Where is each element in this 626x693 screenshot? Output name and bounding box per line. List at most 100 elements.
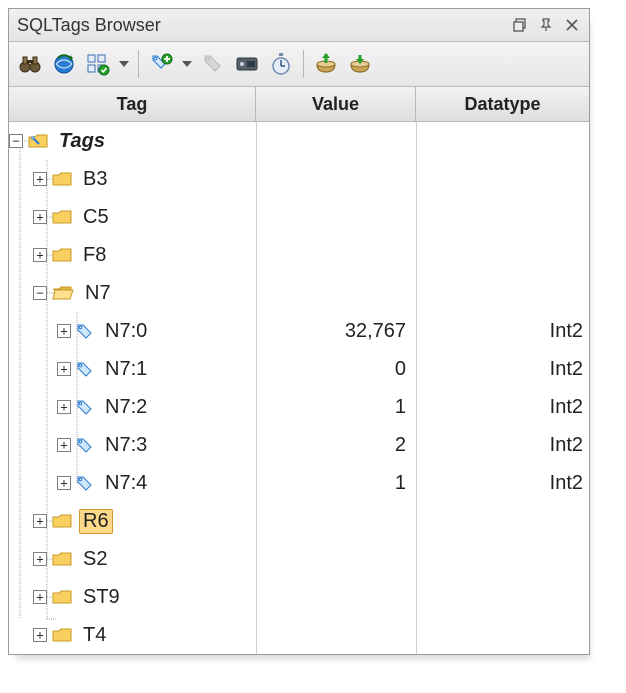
tree-tag-row[interactable]: + N7:2 1 Int2 [9,388,589,426]
folder-label: C5 [79,206,113,229]
tree-folder-row[interactable]: + S2 [9,540,589,578]
expand-icon[interactable]: + [33,514,47,528]
header-tag[interactable]: Tag [9,87,256,121]
folder-icon [51,246,73,264]
tree-tag-row[interactable]: + N7:3 2 Int2 [9,426,589,464]
folder-icon [51,512,73,530]
tag-icon [75,474,95,492]
restore-icon[interactable] [509,14,531,36]
refresh-globe-icon [52,52,76,76]
tree-root-row[interactable]: − Tags [9,122,589,160]
chevron-down-icon [119,61,129,67]
tree-folder-row[interactable]: − N7 [9,274,589,312]
tag-value: 32,767 [256,320,416,343]
tag-type: Int2 [416,472,589,495]
chevron-down-icon [182,61,192,67]
new-tag-icon [149,52,173,76]
multi-edit-dropdown[interactable] [117,49,131,79]
tag-icon [75,360,95,378]
toolbar-separator [138,50,139,78]
timer-button[interactable] [266,49,296,79]
tree-folder-row[interactable]: + ST9 [9,578,589,616]
column-headers: Tag Value Datatype [9,87,589,122]
tree-body[interactable]: − Tags + B [9,122,589,654]
binoculars-icon [18,53,42,75]
pin-icon[interactable] [535,14,557,36]
title-bar: SQLTags Browser [9,9,589,42]
sqltags-browser-panel: SQLTags Browser [8,8,590,655]
column-divider [256,122,257,654]
refresh-button[interactable] [49,49,79,79]
tag-label: N7:0 [101,320,151,343]
import-icon [314,53,338,75]
expand-icon[interactable]: + [33,210,47,224]
folder-label: S2 [79,548,111,571]
tree-folder-row[interactable]: + R6 [9,502,589,540]
folder-icon [51,550,73,568]
tag-value: 1 [256,396,416,419]
expand-icon[interactable]: + [33,248,47,262]
tree-tag-row[interactable]: + N7:4 1 Int2 [9,464,589,502]
tag-value: 1 [256,472,416,495]
expand-icon[interactable]: + [33,172,47,186]
toolbar-separator [303,50,304,78]
folder-label: T4 [79,624,110,647]
tag-type: Int2 [416,358,589,381]
header-datatype[interactable]: Datatype [416,87,589,121]
tag-label: N7:4 [101,472,151,495]
tree-folder-row[interactable]: + F8 [9,236,589,274]
tag-type: Int2 [416,320,589,343]
multi-edit-icon [86,52,110,76]
close-icon[interactable] [561,14,583,36]
tag-icon [75,436,95,454]
tree-folder-row[interactable]: + C5 [9,198,589,236]
window-title: SQLTags Browser [17,15,505,36]
device-button[interactable] [232,49,262,79]
collapse-icon[interactable]: − [9,134,23,148]
folder-label: N7 [81,282,115,305]
export-icon [348,53,372,75]
expand-icon[interactable]: + [57,400,71,414]
tree-folder-row[interactable]: + B3 [9,160,589,198]
folder-label: F8 [79,244,110,267]
folder-icon [51,170,73,188]
find-button[interactable] [15,49,45,79]
folder-open-icon [51,284,75,302]
tag-type: Int2 [416,434,589,457]
export-button[interactable] [345,49,375,79]
tag-type: Int2 [416,396,589,419]
expand-icon[interactable]: + [57,362,71,376]
tag-icon [75,322,95,340]
new-tag-button[interactable] [146,49,176,79]
expand-icon[interactable]: + [33,628,47,642]
folder-label: ST9 [79,586,124,609]
tag-value: 2 [256,434,416,457]
tag-label: N7:1 [101,358,151,381]
folder-icon [51,588,73,606]
tree-folder-row[interactable]: + T4 [9,616,589,654]
import-button[interactable] [311,49,341,79]
folder-label: R6 [79,509,113,534]
write-value-button[interactable] [198,49,228,79]
tag-label: N7:2 [101,396,151,419]
tag-icon [75,398,95,416]
expand-icon[interactable]: + [57,438,71,452]
collapse-icon[interactable]: − [33,286,47,300]
multi-edit-button[interactable] [83,49,113,79]
column-divider [416,122,417,654]
expand-icon[interactable]: + [33,590,47,604]
expand-icon[interactable]: + [57,476,71,490]
new-tag-dropdown[interactable] [180,49,194,79]
write-tag-icon [202,53,224,75]
expand-icon[interactable]: + [57,324,71,338]
folder-icon [51,208,73,226]
tag-value: 0 [256,358,416,381]
tree-tag-row[interactable]: + N7:0 32,767 Int2 [9,312,589,350]
device-icon [235,54,259,74]
tree-tag-row[interactable]: + N7:1 0 Int2 [9,350,589,388]
expand-icon[interactable]: + [33,552,47,566]
header-value[interactable]: Value [256,87,416,121]
tags-root-icon [27,131,49,151]
tag-label: N7:3 [101,434,151,457]
toolbar [9,42,589,87]
